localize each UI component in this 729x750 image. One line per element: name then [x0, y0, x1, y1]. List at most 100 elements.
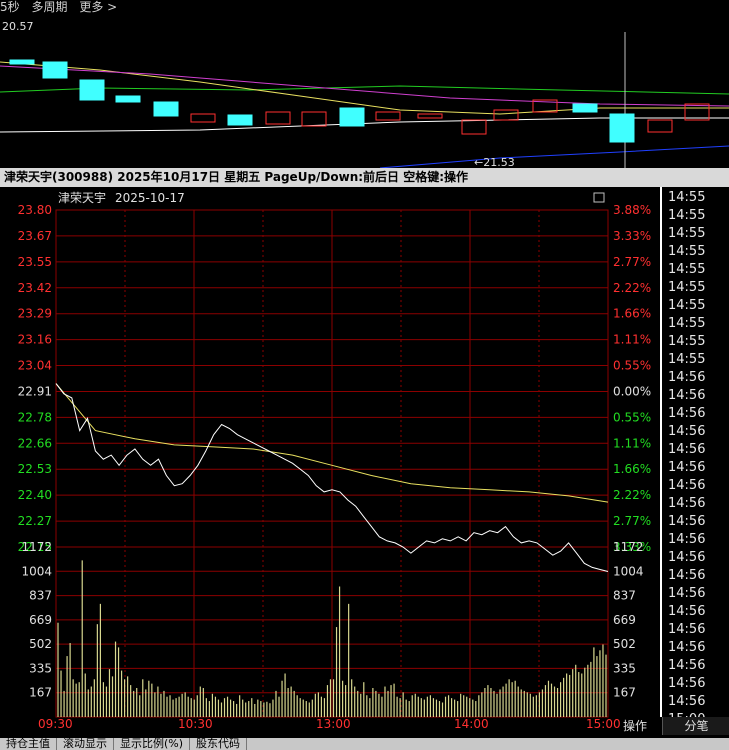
- stock-info-bar: 津荣天宇(300988) 2025年10月17日 星期五 PageUp/Down…: [0, 168, 729, 187]
- kline-candle: [153, 101, 179, 117]
- pct-tick-label: 3.33%: [613, 229, 651, 243]
- tick-time-item: 14:56: [668, 496, 706, 511]
- tick-time-item: 14:56: [668, 640, 706, 655]
- volume-tick-label-right: 167: [613, 686, 636, 700]
- pct-tick-label: 1.66%: [613, 307, 651, 321]
- kline-candle: [609, 113, 635, 143]
- tick-time-item: 14:56: [668, 442, 706, 457]
- price-tick-label: 23.67: [18, 229, 52, 243]
- tick-time-item: 14:55: [668, 226, 706, 241]
- pct-tick-label: 1.66%: [613, 462, 651, 476]
- tick-time-item: 14:56: [668, 658, 706, 673]
- price-tick-label: 23.04: [18, 359, 52, 373]
- price-tick-label: 23.55: [18, 255, 52, 269]
- kline-low-label: ←21.53: [474, 156, 515, 168]
- volume-tick-label-right: 669: [613, 613, 636, 627]
- kline-candle: [461, 119, 487, 135]
- volume-tick-label: 1172: [21, 540, 52, 554]
- tick-time-item: 14:56: [668, 406, 706, 421]
- price-tick-label: 23.29: [18, 307, 52, 321]
- price-tick-label: 23.80: [18, 203, 52, 217]
- kline-candle: [265, 111, 291, 125]
- kline-candle: [493, 109, 519, 121]
- kline-candle: [190, 113, 216, 123]
- volume-tick-label: 335: [29, 661, 52, 675]
- price-tick-label: 22.78: [18, 410, 52, 424]
- top-toolbar: 5秒 多周期 更多 >: [0, 0, 729, 16]
- tick-time-item: 14:56: [668, 604, 706, 619]
- tick-time-item: 14:56: [668, 676, 706, 691]
- period-button[interactable]: 5秒: [0, 0, 20, 14]
- kline-ma-green: [0, 85, 729, 95]
- tick-time-item: 14:56: [668, 460, 706, 475]
- volume-tick-label-right: 1004: [613, 564, 644, 578]
- tick-time-item: 14:55: [668, 208, 706, 223]
- price-tick-label: 22.53: [18, 462, 52, 476]
- kline-candle: [647, 119, 673, 133]
- bottom-tab[interactable]: 股东代码: [190, 738, 248, 750]
- tick-time-list[interactable]: 14:55 14:55 14:55 14:55 14:55 14:55 14:55 14:55…: [660, 187, 729, 727]
- tick-time-item: 14:55: [668, 190, 706, 205]
- tick-time-item: 14:56: [668, 370, 706, 385]
- kline-candle: [79, 79, 105, 101]
- tick-time-item: 14:56: [668, 568, 706, 583]
- tick-time-item: 14:55: [668, 352, 706, 367]
- pct-tick-label: 2.77%: [613, 255, 651, 269]
- time-axis-label: 14:00: [454, 717, 489, 731]
- volume-tick-label: 167: [29, 686, 52, 700]
- price-tick-label: 22.40: [18, 488, 52, 502]
- tick-time-item: 14:56: [668, 694, 706, 709]
- trades-tab[interactable]: 分笔: [662, 717, 729, 735]
- tick-time-item: 14:56: [668, 550, 706, 565]
- pct-tick-label: 3.88%: [613, 203, 651, 217]
- bottom-tabs: 持仓主值 滚动显示 显示比例(%) 股东代码: [0, 738, 729, 750]
- kline-candle: [227, 114, 253, 126]
- time-axis-label: 09:30: [38, 717, 73, 731]
- pct-tick-label: 0.00%: [613, 384, 651, 398]
- volume-tick-label-right: 837: [613, 589, 636, 603]
- price-tick-label: 22.91: [18, 384, 52, 398]
- bottom-tab[interactable]: 持仓主值: [0, 738, 57, 750]
- tick-time-item: 14:56: [668, 388, 706, 403]
- kline-candle: [375, 111, 401, 121]
- pct-tick-label: 1.11%: [613, 436, 651, 450]
- volume-tick-label: 837: [29, 589, 52, 603]
- tick-time-item: 14:55: [668, 334, 706, 349]
- kline-candle: [339, 107, 365, 127]
- intraday-chart[interactable]: 津荣天宇 2025-10-17 23.80 3.88% 23.67 3.33% 23.5…: [0, 187, 660, 735]
- bottom-tab[interactable]: 显示比例(%): [114, 738, 191, 750]
- multi-period-button[interactable]: 多周期: [31, 0, 67, 14]
- tick-time-item: 14:55: [668, 316, 706, 331]
- kline-candle: [417, 113, 443, 119]
- more-button[interactable]: 更多 >: [79, 0, 117, 14]
- time-axis-label: 13:00: [316, 717, 351, 731]
- tick-time-item: 14:55: [668, 244, 706, 259]
- kline-ma-blue: [379, 145, 729, 168]
- kline-high-label: 20.57: [2, 20, 34, 33]
- time-axis-label: 10:30: [178, 717, 213, 731]
- price-tick-label: 23.42: [18, 281, 52, 295]
- operate-button[interactable]: 操作: [612, 717, 658, 735]
- tick-time-item: 14:56: [668, 532, 706, 547]
- chart-stock-name: 津荣天宇: [58, 191, 106, 205]
- pct-tick-label: 1.11%: [613, 333, 651, 347]
- chart-option-icon[interactable]: [593, 192, 605, 203]
- pct-tick-label: 2.77%: [613, 514, 651, 528]
- kline-candle: [301, 111, 327, 127]
- kline-candle: [9, 59, 35, 65]
- pct-tick-label: 2.22%: [613, 281, 651, 295]
- price-tick-label: 22.66: [18, 436, 52, 450]
- tick-time-item: 14:55: [668, 280, 706, 295]
- kline-candle: [42, 61, 68, 79]
- tick-time-item: 14:56: [668, 514, 706, 529]
- price-tick-label: 23.16: [18, 333, 52, 347]
- kline-chart[interactable]: 20.57 ←21.53: [0, 16, 729, 168]
- tick-time-item: 14:55: [668, 298, 706, 313]
- volume-tick-label-right: 1172: [613, 540, 644, 554]
- bottom-tab[interactable]: 滚动显示: [57, 738, 114, 750]
- pct-tick-label: 0.55%: [613, 410, 651, 424]
- volume-tick-label: 669: [29, 613, 52, 627]
- price-tick-label: 22.27: [18, 514, 52, 528]
- pct-tick-label: 2.22%: [613, 488, 651, 502]
- chart-date: 2025-10-17: [115, 191, 185, 205]
